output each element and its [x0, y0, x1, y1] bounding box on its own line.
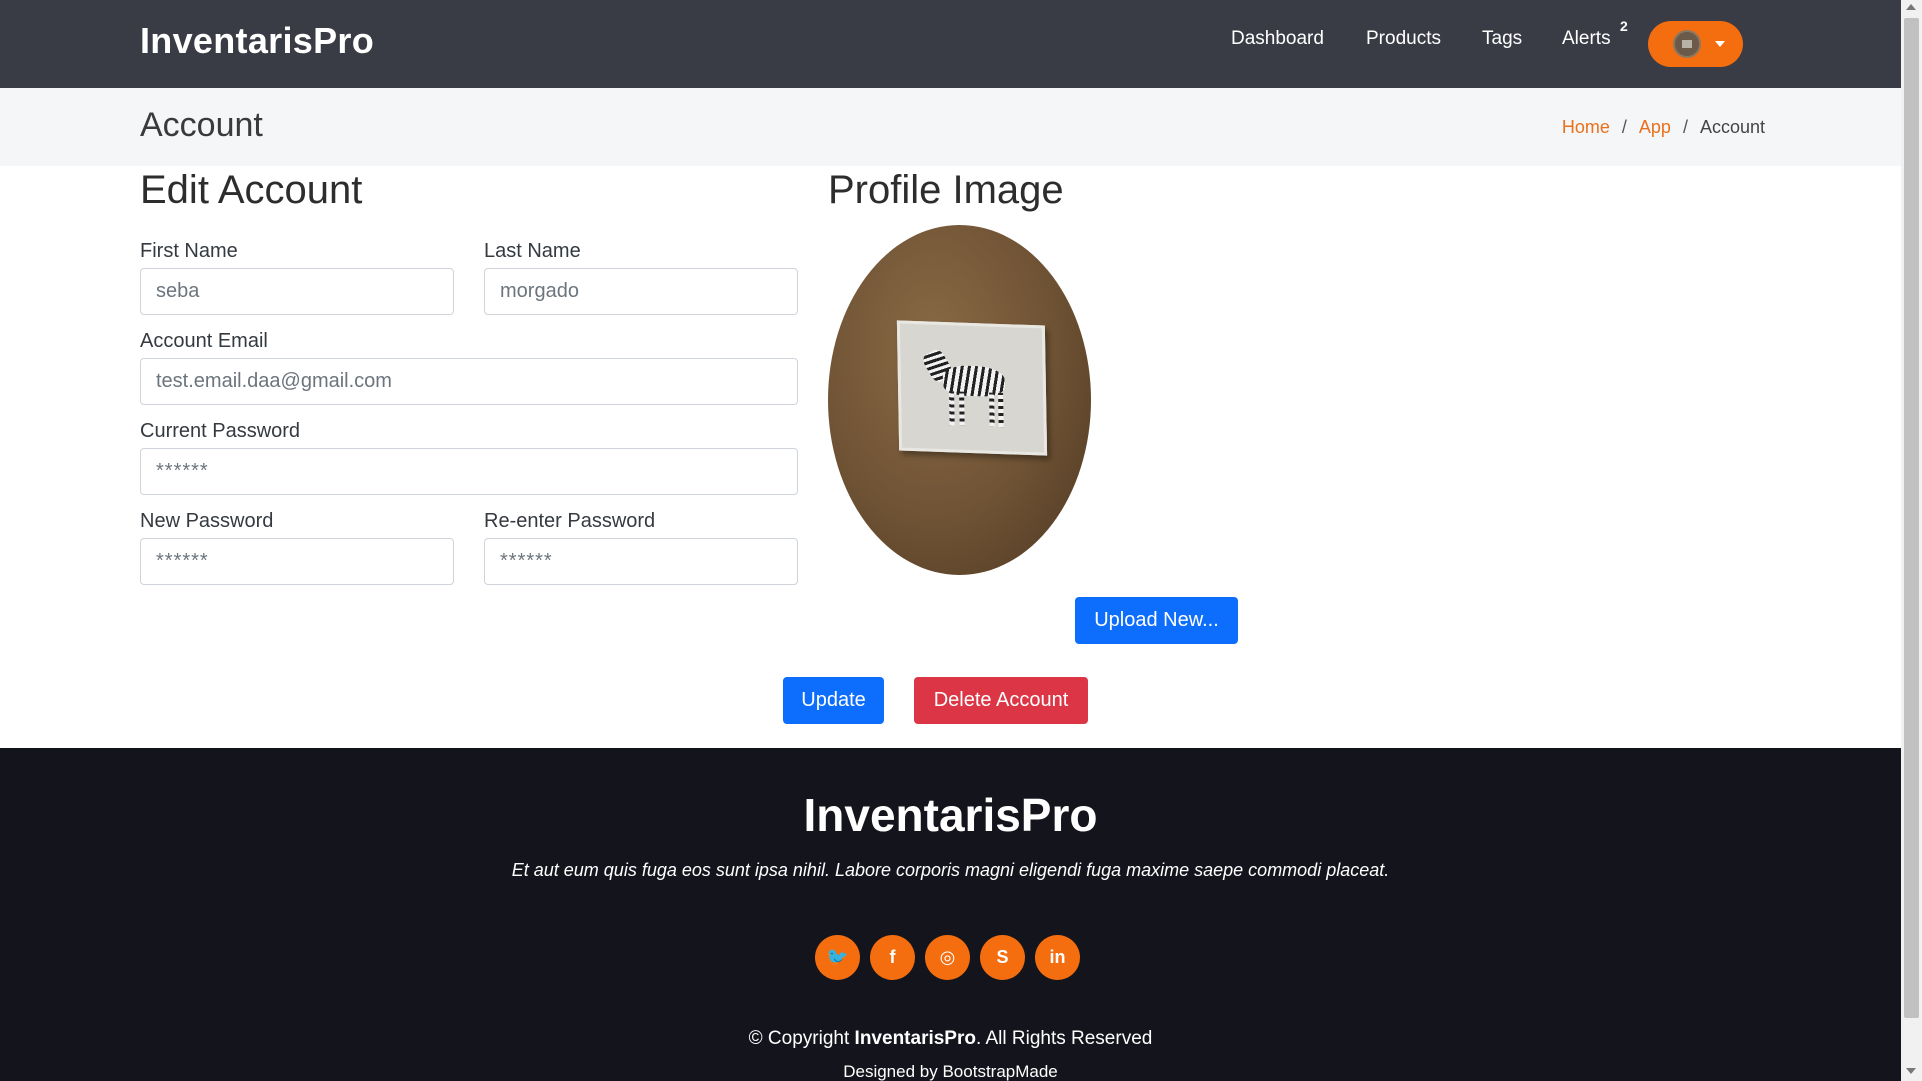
copyright-brand: InventarisPro — [854, 1028, 976, 1049]
top-navbar: InventarisPro Dashboard Products Tags Al… — [0, 0, 1901, 88]
user-menu-button[interactable] — [1648, 21, 1743, 67]
profile-image — [828, 225, 1091, 575]
page-title: Account — [140, 106, 263, 144]
footer-brand: InventarisPro — [803, 789, 1098, 841]
current-password-input[interactable] — [140, 448, 798, 495]
bootstrapmade-link[interactable]: BootstrapMade — [942, 1062, 1057, 1081]
facebook-icon[interactable]: f — [870, 935, 915, 980]
current-password-label: Current Password — [140, 420, 301, 442]
designed-by-prefix: Designed by — [843, 1062, 938, 1081]
reenter-password-label: Re-enter Password — [484, 510, 656, 532]
breadcrumb-app[interactable]: App — [1639, 117, 1671, 138]
email-input[interactable] — [140, 358, 798, 405]
page-header: Account Home / App / Account — [0, 88, 1901, 166]
breadcrumb-separator: / — [1621, 117, 1627, 137]
scrollbar[interactable] — [1901, 0, 1922, 1081]
footer-copyright: © Copyright InventarisPro. All Rights Re… — [0, 1028, 1901, 1050]
scroll-down-icon[interactable] — [1906, 1068, 1916, 1074]
caret-down-icon — [1715, 41, 1725, 47]
reenter-password-input[interactable] — [484, 538, 798, 585]
scroll-up-icon[interactable] — [1906, 4, 1916, 10]
breadcrumb-home[interactable]: Home — [1562, 117, 1610, 138]
breadcrumb-current: Account — [1699, 117, 1765, 137]
last-name-label: Last Name — [484, 240, 581, 262]
avatar — [1673, 30, 1701, 58]
alerts-count-badge: 2 — [1620, 18, 1628, 34]
nav-alerts[interactable]: Alerts — [1562, 28, 1611, 50]
skype-icon[interactable]: S — [980, 935, 1025, 980]
footer-credits: Designed by BootstrapMade — [0, 1062, 1901, 1081]
nav-tags[interactable]: Tags — [1482, 28, 1522, 50]
scrollbar-thumb[interactable] — [1904, 18, 1919, 1018]
first-name-label: First Name — [140, 240, 238, 262]
first-name-input[interactable] — [140, 268, 454, 315]
twitter-icon[interactable]: 🐦 — [815, 935, 860, 980]
zebra-picture — [896, 320, 1048, 456]
new-password-input[interactable] — [140, 538, 454, 585]
copyright-prefix: © Copyright — [748, 1028, 850, 1049]
upload-new-button[interactable]: Upload New... — [1075, 597, 1238, 644]
last-name-input[interactable] — [484, 268, 798, 315]
nav-dashboard[interactable]: Dashboard — [1231, 28, 1324, 50]
linkedin-icon[interactable]: in — [1035, 935, 1080, 980]
social-links: 🐦 f ◎ S in — [815, 935, 1080, 980]
email-label: Account Email — [140, 330, 268, 352]
breadcrumb: Home / App / Account — [1562, 117, 1765, 138]
nav-products[interactable]: Products — [1366, 28, 1441, 50]
edit-account-heading: Edit Account — [140, 168, 363, 212]
update-button[interactable]: Update — [783, 677, 884, 724]
new-password-label: New Password — [140, 510, 274, 532]
brand-logo[interactable]: InventarisPro — [140, 20, 374, 62]
breadcrumb-separator: / — [1682, 117, 1688, 137]
instagram-icon[interactable]: ◎ — [925, 935, 970, 980]
footer: InventarisPro Et aut eum quis fuga eos s… — [0, 748, 1901, 1081]
delete-account-button[interactable]: Delete Account — [914, 677, 1088, 724]
footer-tagline: Et aut eum quis fuga eos sunt ipsa nihil… — [511, 860, 1390, 880]
copyright-suffix: . All Rights Reserved — [975, 1028, 1153, 1049]
profile-image-heading: Profile Image — [828, 168, 1064, 212]
